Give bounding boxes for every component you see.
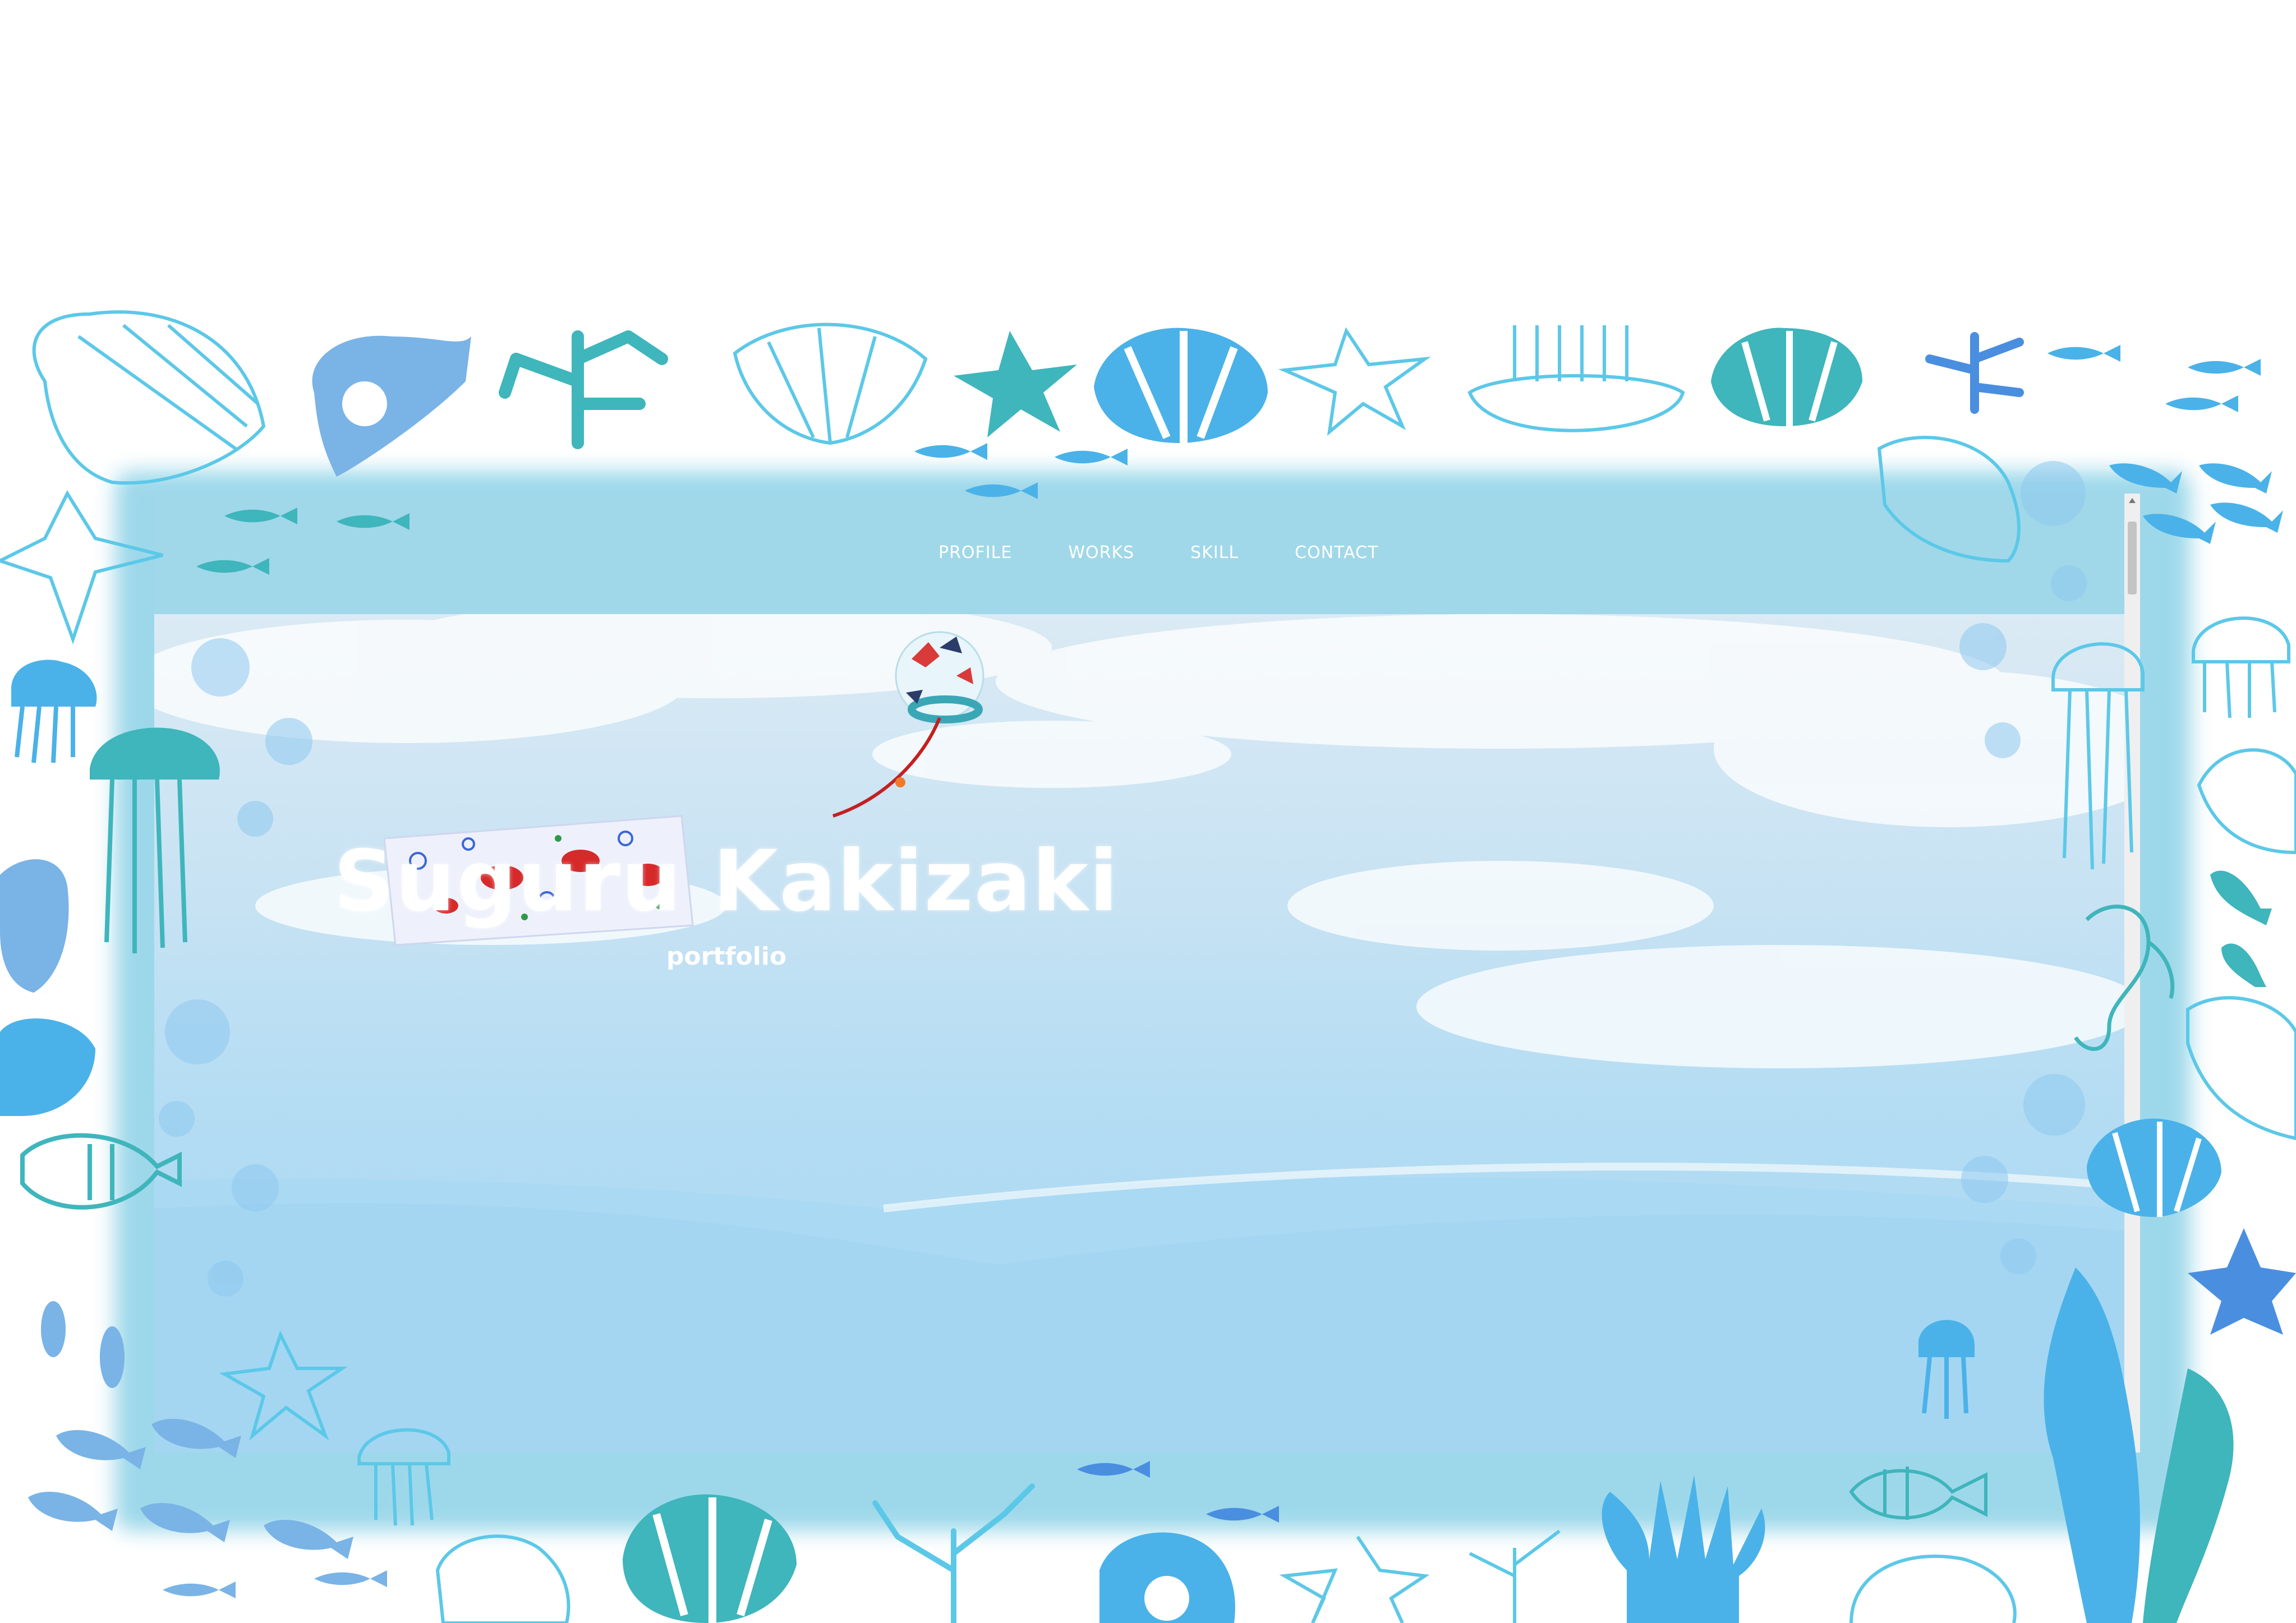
shell-icon — [312, 335, 471, 477]
jellyfish-icon — [357, 1428, 450, 1526]
shell-icon — [0, 1018, 95, 1116]
fish-icon — [196, 508, 409, 575]
anemone-icon — [1467, 325, 1685, 432]
seahorse-icon — [2074, 905, 2175, 1051]
jellyfish-icon — [90, 727, 220, 953]
sea-frame-decoration — [0, 310, 2296, 1623]
fish-icon — [28, 1301, 387, 1598]
jellyfish-icon — [2192, 616, 2290, 718]
shell-icon — [1849, 1554, 2017, 1623]
seaweed-icon — [2044, 1267, 2234, 1623]
jellyfish-icon — [2051, 642, 2145, 870]
shell-icon — [0, 859, 69, 993]
top-border — [32, 310, 2261, 499]
bottom-border — [435, 1461, 2017, 1623]
bubble-icon — [159, 461, 2087, 1297]
fish-icon — [2109, 463, 2283, 544]
shell-icon — [1877, 436, 2021, 563]
fish-icon — [1077, 1461, 1279, 1523]
coral-icon — [872, 1483, 1035, 1623]
shell-icon — [2186, 996, 2296, 1141]
shell-icon — [1094, 328, 1268, 443]
coral-icon — [1469, 1529, 1561, 1623]
jellyfish-icon — [1918, 1320, 1975, 1419]
starfish-icon — [219, 1330, 348, 1441]
jellyfish-icon — [11, 660, 97, 763]
fish-icon — [2210, 870, 2272, 987]
anemone-icon — [1602, 1475, 1765, 1623]
shell-icon — [623, 1494, 797, 1623]
starfish-icon — [954, 331, 1077, 437]
shell-icon — [733, 322, 928, 445]
starfish-icon — [1279, 1536, 1430, 1623]
starfish-icon — [1278, 327, 1431, 436]
shell-icon — [2197, 748, 2296, 855]
shell-icon — [2087, 1118, 2221, 1217]
fish-icon — [20, 1133, 182, 1210]
starfish-icon — [0, 490, 163, 645]
shell-icon — [1711, 328, 1862, 426]
shell-icon — [435, 1534, 570, 1623]
shell-icon — [32, 310, 266, 485]
starfish-icon — [2188, 1228, 2296, 1335]
coral-icon — [1925, 332, 2024, 414]
shell-icon — [1099, 1532, 1235, 1623]
right-border — [1877, 436, 2296, 1623]
coral-icon — [499, 330, 668, 449]
fish-icon — [1849, 1467, 1987, 1520]
